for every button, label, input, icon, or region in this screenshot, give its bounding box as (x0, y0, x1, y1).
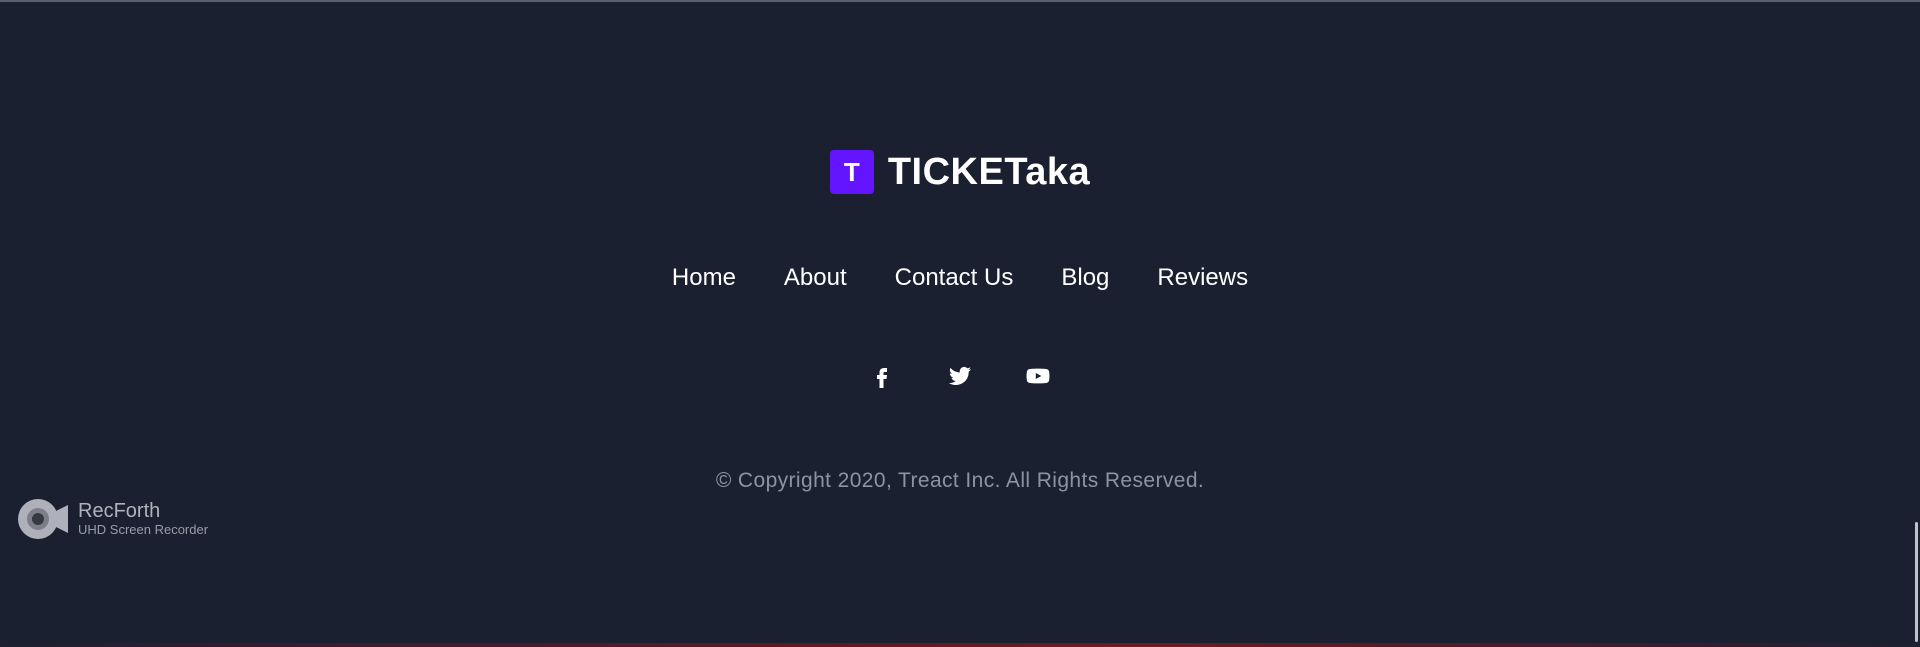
logo-text: TICKETaka (887, 150, 1091, 193)
social-links (0, 364, 1920, 388)
footer-nav: Home About Contact Us Blog Reviews (0, 262, 1920, 294)
nav-link-reviews[interactable]: Reviews (1157, 262, 1248, 294)
youtube-icon[interactable] (1026, 364, 1050, 388)
recorder-watermark: RecForth UHD Screen Recorder (16, 496, 208, 542)
page: T TICKETaka Home About Contact Us Blog R… (0, 0, 1920, 647)
nav-link-blog[interactable]: Blog (1061, 262, 1109, 294)
page-scrollbar[interactable] (1910, 0, 1920, 647)
footer-logo[interactable]: T TICKETaka (0, 150, 1920, 194)
logo-mark-icon: T (829, 150, 874, 194)
scrollbar-thumb[interactable] (1915, 522, 1918, 642)
copyright-text: © Copyright 2020, Treact Inc. All Rights… (715, 469, 1205, 492)
nav-link-contact-us[interactable]: Contact Us (895, 262, 1014, 294)
nav-link-about[interactable]: About (784, 262, 847, 294)
nav-link-home[interactable]: Home (672, 262, 736, 294)
watermark-title: RecForth (78, 500, 161, 522)
facebook-icon[interactable] (870, 364, 894, 388)
bottom-edge (0, 643, 1920, 647)
twitter-icon[interactable] (948, 364, 972, 388)
watermark-subtitle: UHD Screen Recorder (78, 522, 209, 537)
site-footer: T TICKETaka Home About Contact Us Blog R… (0, 0, 1920, 647)
camera-icon (18, 499, 68, 539)
